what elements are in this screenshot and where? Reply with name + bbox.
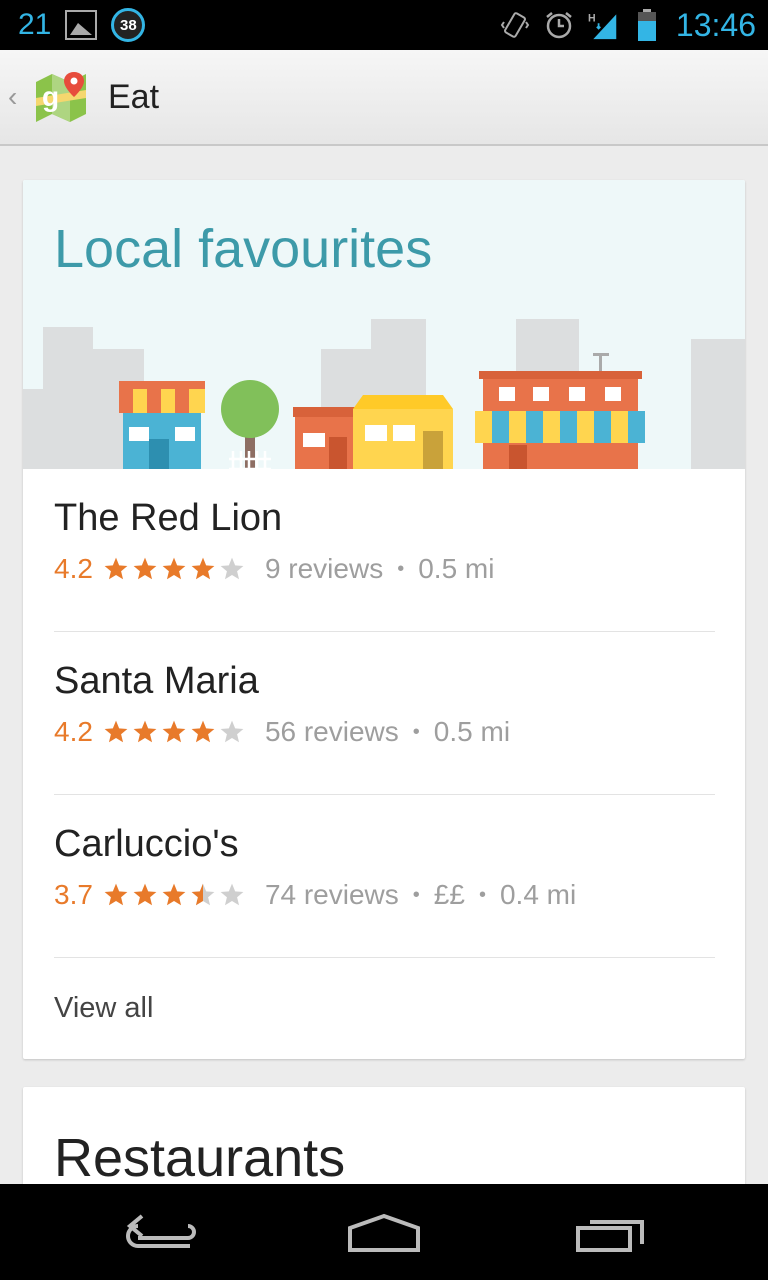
rating-value: 4.2 [54,716,93,747]
card-title: Restaurants [54,1128,346,1188]
star-icon-empty [220,720,244,743]
back-icon[interactable] [124,1212,204,1256]
distance: 0.5 mi [418,553,495,584]
page-title: Eat [108,77,160,116]
card-title: Local favourites [54,219,433,279]
distance: 0.4 mi [499,879,577,910]
signal-icon: H [588,10,618,40]
star-icon-empty [220,883,244,906]
separator-dot: • [397,557,405,580]
place-meta: 3.7 74 reviews • ££ • 0.4 mi [54,879,576,911]
vibrate-icon [500,10,530,40]
star-icon-full [191,557,215,580]
image-icon [65,10,98,40]
star-icon-empty [220,557,244,580]
recent-apps-icon[interactable] [574,1212,654,1256]
star-icon-full [162,557,186,580]
clock: 13:46 [675,6,756,43]
price-level: ££ [433,879,465,910]
star-icon-half [191,883,215,906]
rating-value: 4.2 [54,553,93,584]
distance: 0.5 mi [433,716,511,747]
place-meta: 4.2 56 reviews • 0.5 mi [54,716,510,748]
separator-dot: • [478,883,486,906]
navigation-bar [0,1184,768,1280]
svg-text:H: H [588,12,596,24]
star-rating [103,556,245,582]
rating-value: 3.7 [54,879,93,910]
alarm-icon [544,10,574,40]
star-icon-full [133,883,157,906]
place-name: Carluccio's [54,823,239,865]
star-icon-full [104,557,128,580]
svg-text:g: g [42,81,59,112]
star-rating [103,882,245,908]
review-count: 9 reviews [264,553,384,584]
view-all-link[interactable]: View all [54,992,153,1025]
star-icon-full [104,883,128,906]
home-icon[interactable] [346,1212,426,1256]
review-count: 56 reviews [264,716,399,747]
place-meta: 4.2 9 reviews • 0.5 mi [54,553,494,585]
list-item[interactable]: Santa Maria 4.2 56 reviews • 0.5 mi [54,632,715,795]
status-bar: 21 38 H 13:46 [0,0,768,50]
place-name: The Red Lion [54,497,283,539]
star-icon-full [162,720,186,743]
star-icon-full [133,720,157,743]
hero-banner: Local favourites [23,180,745,469]
battery-icon [632,9,662,41]
star-icon-full [191,720,215,743]
action-bar: ‹ g Eat [0,50,768,146]
list-item[interactable]: Carluccio's 3.7 74 reviews • ££ • 0.4 mi [54,795,715,958]
notification-count: 21 [18,8,52,41]
storefront-illustration [23,319,745,469]
count-badge-icon: 38 [111,8,146,42]
maps-logo-icon[interactable]: g [32,68,90,126]
star-icon-full [162,883,186,906]
up-navigation-icon[interactable]: ‹ [8,81,28,113]
separator-dot: • [412,883,420,906]
list-item[interactable]: The Red Lion 4.2 9 reviews • 0.5 mi [54,469,715,632]
review-count: 74 reviews [264,879,399,910]
place-name: Santa Maria [54,660,259,702]
star-rating [103,719,245,745]
separator-dot: • [412,720,420,743]
star-icon-full [133,557,157,580]
star-icon-full [104,720,128,743]
local-favourites-card: Local favourites The Red Lion 4.2 9 revi… [23,180,745,1059]
